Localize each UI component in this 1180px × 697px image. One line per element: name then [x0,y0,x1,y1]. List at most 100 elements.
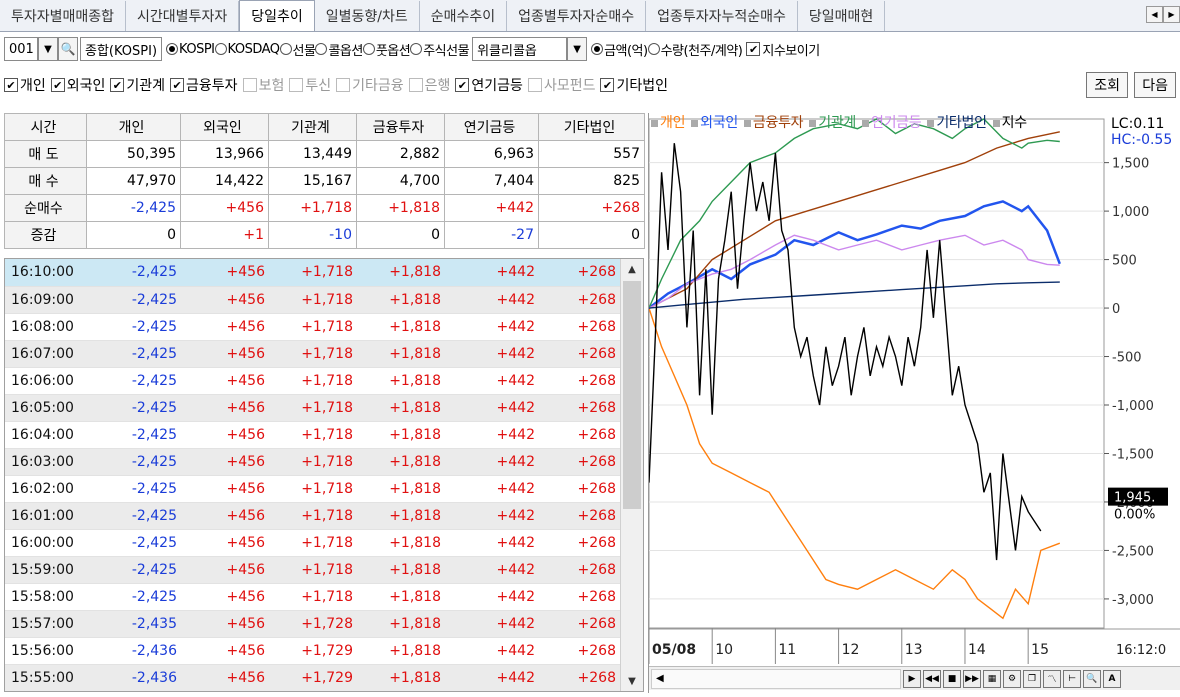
tab-6[interactable]: 업종투자자누적순매수 [646,1,798,31]
summary-row: 순매수 -2,425 +456 +1,718 +1,818 +442 +268 [4,194,645,222]
settings-icon[interactable]: ⚙ [1003,669,1021,688]
tab-0[interactable]: 투자자별매매종합 [0,1,127,31]
value-cell: +442 [445,610,539,638]
query-button[interactable]: 조회 [1086,72,1128,98]
window-icon[interactable]: ❐ [1023,669,1041,688]
legend-swatch-icon [862,119,869,127]
time-row[interactable]: 16:00:00 -2,425 +456 +1,718 +1,818 +442 +268 [5,529,620,557]
tab-3[interactable]: 일별동향/차트 [314,1,420,31]
search-icon[interactable]: 🔍 [58,37,78,61]
value-cell: +268 [539,394,620,422]
crosshair-icon[interactable]: ⊢ [1063,669,1081,688]
filter-label: 연기금등 [471,78,523,94]
tab-prev-icon[interactable]: ◀ [1146,6,1163,23]
radio-icon [279,43,292,55]
weekly-dropdown-icon[interactable]: ▼ [567,37,588,61]
time-row[interactable]: 15:58:00 -2,425 +456 +1,718 +1,818 +442 +268 [5,583,620,611]
tab-1[interactable]: 시간대별투자자 [126,1,240,31]
value-cell: +1,718 [269,421,357,449]
filter-checkbox-4[interactable]: 보험 [242,75,284,95]
market-radio-3[interactable]: 콜옵션 [315,40,363,59]
check-icon: ✔ [110,78,125,92]
time-row[interactable]: 16:10:00 -2,425 +456 +1,718 +1,818 +442 +268 [5,259,620,287]
time-series-list[interactable]: 16:10:00 -2,425 +456 +1,718 +1,818 +442 +268 16… [4,258,644,692]
value-cell: +442 [445,664,539,691]
chart-hscroll[interactable]: ◀ [651,668,901,689]
market-radio-2[interactable]: 선물 [279,40,316,59]
time-row[interactable]: 15:59:00 -2,425 +456 +1,718 +1,818 +442 +268 [5,556,620,584]
filter-checkbox-2[interactable]: ✔ 기관계 [110,75,165,95]
stop-icon[interactable]: ■ [943,669,961,688]
text-icon[interactable]: A [1103,669,1121,688]
unit-radio-1[interactable]: 수량(천주/계약) [647,40,743,59]
line-chart-icon[interactable]: 〽 [1043,669,1061,688]
summary-cell: 825 [538,167,645,195]
market-radio-1[interactable]: KOSDAQ [214,42,280,57]
code-dropdown-icon[interactable]: ▼ [38,37,58,61]
rewind-icon[interactable]: ◀◀ [923,669,941,688]
time-cell: 15:56:00 [5,637,87,665]
time-row[interactable]: 16:04:00 -2,425 +456 +1,718 +1,818 +442 +268 [5,421,620,449]
trend-chart[interactable]: 1,5001,0005000-500-1,000-1,500-2,000-2,5… [649,113,1180,665]
time-row[interactable]: 16:08:00 -2,425 +456 +1,718 +1,818 +442 +268 [5,313,620,341]
value-cell: +268 [539,448,620,476]
filter-checkbox-6[interactable]: 기타금융 [336,75,404,95]
value-cell: +442 [445,502,539,530]
filter-checkbox-5[interactable]: 투신 [289,75,331,95]
filter-checkbox-3[interactable]: ✔ 금융투자 [170,75,238,95]
filter-checkbox-1[interactable]: ✔ 외국인 [50,75,105,95]
forward-icon[interactable]: ▶▶ [963,669,981,688]
time-row[interactable]: 16:01:00 -2,425 +456 +1,718 +1,818 +442 +268 [5,502,620,530]
summary-header-row: 시간 개인 외국인 기관계 금융투자 연기금등 기타법인 [4,113,645,141]
filter-label: 은행 [424,78,451,94]
tab-4[interactable]: 순매수추이 [419,1,508,31]
code-input[interactable]: 001 [4,37,38,61]
market-radio-4[interactable]: 풋옵션 [362,40,411,59]
market-radio-5[interactable]: 주식선물 [410,40,470,59]
tab-2[interactable]: 당일추이 [239,0,315,31]
play-icon[interactable]: ▶ [903,669,921,688]
scroll-down-icon[interactable]: ▼ [621,671,643,691]
show-index-checkbox[interactable]: ✔ 지수보이기 [746,40,820,59]
unit-radio-0[interactable]: 금액(억) [591,40,648,59]
market-radio-0[interactable]: KOSPI [166,42,215,57]
check-icon: ✔ [746,42,761,56]
value-cell: +1,818 [357,502,445,530]
value-cell: +268 [539,610,620,638]
time-row[interactable]: 15:56:00 -2,436 +456 +1,729 +1,818 +442 +268 [5,637,620,665]
filter-checkbox-9[interactable]: 사모펀드 [527,75,595,95]
tab-next-icon[interactable]: ▶ [1163,6,1180,23]
grid-icon[interactable]: ▦ [983,669,1001,688]
filter-checkbox-7[interactable]: 은행 [408,75,451,95]
tab-5[interactable]: 업종별투자자순매수 [507,1,647,31]
value-cell: +1,718 [269,259,357,287]
next-button[interactable]: 다음 [1134,72,1176,98]
value-cell: +1,718 [269,448,357,476]
value-cell: -2,425 [87,367,181,395]
investor-checkbox-group: ✔ 개인 ✔ 외국인 ✔ 기관계 ✔ 금융투자 보험 투신 기타금융 은행 ✔ 연기금등 사모펀드 ✔ 기타법인 [4,75,673,95]
zoom-icon[interactable]: 🔍 [1083,669,1101,688]
filter-checkbox-8[interactable]: ✔ 연기금등 [455,75,523,95]
summary-row-label: 매 도 [4,140,87,168]
time-row[interactable]: 16:03:00 -2,425 +456 +1,718 +1,818 +442 +268 [5,448,620,476]
value-cell: +1,818 [357,394,445,422]
summary-cell: +1,718 [268,194,357,222]
time-row[interactable]: 16:06:00 -2,425 +456 +1,718 +1,818 +442 +268 [5,367,620,395]
time-row[interactable]: 15:57:00 -2,435 +456 +1,728 +1,818 +442 +268 [5,610,620,638]
time-row[interactable]: 16:02:00 -2,425 +456 +1,718 +1,818 +442 +268 [5,475,620,503]
filter-checkbox-10[interactable]: ✔ 기타법인 [600,75,668,95]
filter-checkbox-0[interactable]: ✔ 개인 [4,75,46,95]
filter-label: 개인 [20,78,46,94]
scroll-thumb[interactable] [623,281,641,509]
time-row[interactable]: 16:09:00 -2,425 +456 +1,718 +1,818 +442 +268 [5,286,620,314]
time-row[interactable]: 16:05:00 -2,425 +456 +1,718 +1,818 +442 +268 [5,394,620,422]
value-cell: +456 [181,529,269,557]
tab-7[interactable]: 당일매매현 [797,1,886,31]
scroll-up-icon[interactable]: ▲ [621,259,643,279]
time-row[interactable]: 15:55:00 -2,436 +456 +1,729 +1,818 +442 +268 [5,664,620,691]
summary-header-cell: 금융투자 [356,113,445,141]
list-scrollbar[interactable]: ▲ ▼ [620,259,643,691]
weekly-option-select[interactable]: 위클리콜옵 [472,37,568,61]
radio-icon [647,43,660,55]
time-row[interactable]: 16:07:00 -2,425 +456 +1,718 +1,818 +442 +268 [5,340,620,368]
